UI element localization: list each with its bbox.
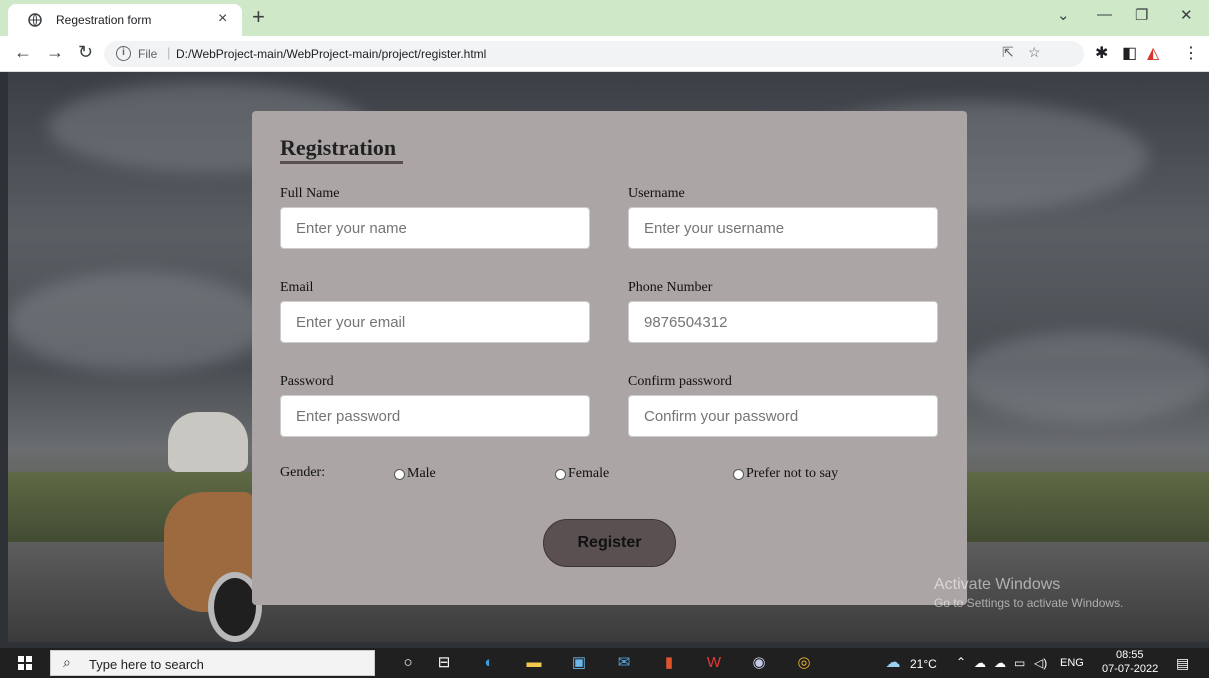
radio-button-male[interactable]	[394, 468, 405, 480]
wps-icon[interactable]: W	[704, 653, 724, 673]
new-tab-button[interactable]: +	[252, 4, 265, 30]
url-separator: |	[167, 45, 171, 60]
username-input[interactable]	[628, 207, 938, 249]
scooter-seat	[168, 412, 248, 472]
side-panel-icon[interactable]: ◧	[1122, 43, 1137, 63]
register-button[interactable]: Register	[543, 519, 676, 567]
reload-button[interactable]: ↻	[78, 42, 93, 63]
email-label: Email	[280, 280, 314, 295]
taskbar-search-box[interactable]: ⌕ Type here to search	[50, 650, 375, 676]
bookmark-star-icon[interactable]: ☆	[1028, 44, 1041, 61]
password-label: Password	[280, 374, 334, 389]
title-underline	[280, 161, 403, 164]
weather-icon[interactable]: ☁	[883, 653, 903, 673]
url-text: D:/WebProject-main/WebProject-main/proje…	[176, 47, 487, 61]
edge-icon[interactable]: ◐	[479, 653, 499, 673]
minimize-button[interactable]: —	[1097, 6, 1112, 23]
activate-windows-watermark: Activate Windows Go to Settings to activ…	[934, 576, 1123, 610]
notification-icon[interactable]: ▤	[1176, 655, 1189, 672]
weather-temperature[interactable]: 21°C	[910, 657, 937, 671]
confirm-password-input[interactable]	[628, 395, 938, 437]
radio-button-prefer-not[interactable]	[733, 468, 744, 480]
windows-start-icon[interactable]	[18, 656, 32, 670]
close-tab-icon[interactable]: ×	[218, 10, 227, 28]
file-explorer-icon[interactable]: ▬	[524, 653, 544, 673]
username-label: Username	[628, 186, 685, 201]
watermark-subtitle: Go to Settings to activate Windows.	[934, 596, 1124, 610]
tab-strip: Regestration form × + ⌄ — ❐ ✕	[0, 0, 1209, 36]
store-icon[interactable]: ▣	[569, 653, 589, 673]
globe-icon	[28, 13, 42, 27]
mail-icon[interactable]: ✉	[614, 653, 634, 673]
gender-option-female[interactable]: Female	[555, 466, 609, 482]
info-icon[interactable]: i	[116, 46, 131, 61]
windows-taskbar: ⌕ Type here to search ○ ⊟ ◐ ▬ ▣ ✉ ▮ W ◉ …	[0, 648, 1209, 678]
chevron-up-icon[interactable]: ⌃	[956, 655, 966, 669]
tab-registration[interactable]: Regestration form ×	[8, 4, 242, 36]
gender-option-prefer-not[interactable]: Prefer not to say	[733, 466, 838, 482]
gender-option-male[interactable]: Male	[394, 466, 436, 482]
volume-icon[interactable]: ◁)	[1034, 656, 1047, 670]
full-name-label: Full Name	[280, 186, 340, 201]
cortana-icon[interactable]: ○	[398, 653, 418, 673]
close-window-button[interactable]: ✕	[1180, 6, 1193, 24]
gender-option-label: Female	[568, 466, 610, 481]
task-view-icon[interactable]: ⊟	[434, 653, 454, 673]
grass-field	[948, 472, 1209, 552]
password-input[interactable]	[280, 395, 590, 437]
language-indicator[interactable]: ENG	[1060, 657, 1084, 669]
cloud-shape	[958, 332, 1209, 422]
cloud-shape	[8, 272, 268, 372]
onedrive-icon[interactable]: ☁	[974, 656, 986, 670]
chrome-icon[interactable]: ◎	[794, 653, 814, 673]
extensions-puzzle-icon[interactable]: ✱	[1095, 43, 1108, 63]
kebab-menu-icon[interactable]: ⋮	[1183, 43, 1199, 63]
clock-time[interactable]: 08:55	[1116, 649, 1144, 661]
email-input[interactable]	[280, 301, 590, 343]
search-icon: ⌕	[63, 654, 71, 670]
form-title: Registration	[280, 135, 397, 160]
network-icon[interactable]: ▭	[1014, 656, 1025, 670]
browser-toolbar: ← → ↻ i File | D:/WebProject-main/WebPro…	[0, 36, 1209, 72]
phone-number-input[interactable]	[628, 301, 938, 343]
eclipse-icon[interactable]: ◉	[749, 653, 769, 673]
radio-button-female[interactable]	[555, 468, 566, 480]
tab-title: Regestration form	[56, 13, 152, 27]
full-name-input[interactable]	[280, 207, 590, 249]
gender-label: Gender:	[280, 465, 326, 480]
clock-date[interactable]: 07-07-2022	[1102, 663, 1158, 675]
cloud-sync-icon[interactable]: ☁	[994, 656, 1006, 670]
tab-search-icon[interactable]: ⌄	[1057, 6, 1070, 24]
forward-button[interactable]: →	[46, 42, 64, 63]
office-icon[interactable]: ▮	[659, 653, 679, 673]
taskbar-search-placeholder: Type here to search	[89, 657, 204, 672]
confirm-password-label: Confirm password	[628, 374, 732, 389]
share-icon[interactable]: ⇱	[1002, 44, 1014, 61]
gender-option-label: Prefer not to say	[746, 466, 839, 481]
back-button[interactable]: ←	[14, 42, 32, 63]
address-bar[interactable]: i File | D:/WebProject-main/WebProject-m…	[104, 41, 1084, 67]
extension-logo-icon[interactable]: ◭	[1147, 43, 1159, 63]
watermark-title: Activate Windows	[934, 576, 1061, 593]
gender-option-label: Male	[407, 466, 436, 481]
site-label: File	[138, 47, 158, 61]
restore-button[interactable]: ❐	[1135, 6, 1148, 24]
phone-number-label: Phone Number	[628, 280, 713, 295]
registration-card: Registration Full Name Username Email Ph…	[252, 111, 967, 605]
